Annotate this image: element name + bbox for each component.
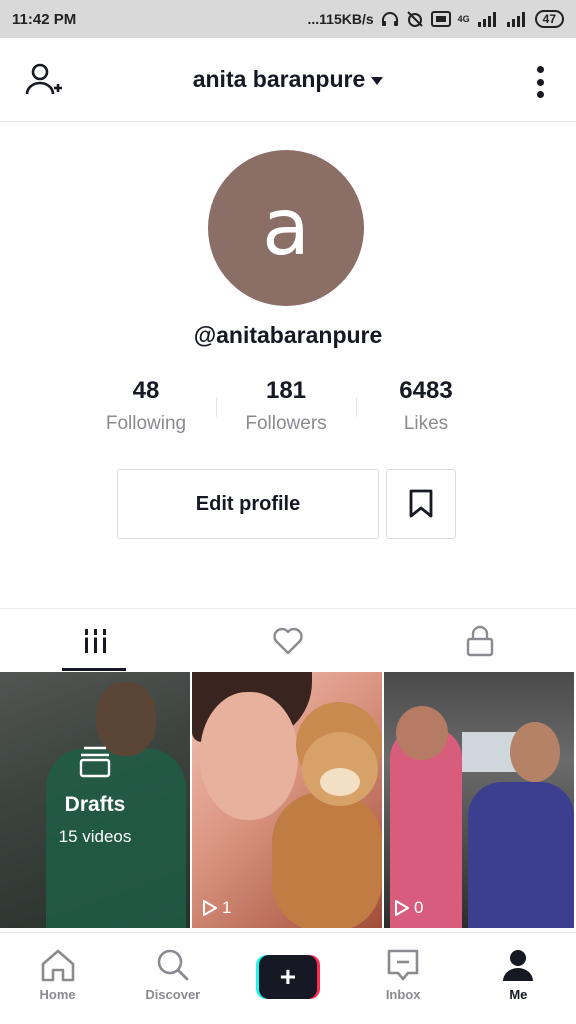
signal-icon-2 [506, 12, 525, 27]
video-tile[interactable]: 0 [384, 672, 574, 928]
tab-videos[interactable] [0, 609, 192, 673]
more-dot [536, 91, 544, 98]
nav-label: Discover [145, 987, 201, 1002]
play-count-value: 0 [414, 898, 424, 917]
stat-value: 6483 [399, 377, 453, 404]
stat-label: Followers [245, 413, 327, 434]
status-icons: ...115KB/s 4G 47 [307, 10, 564, 28]
nav-me[interactable]: Me [461, 933, 576, 1024]
profile-header: anita baranpure [0, 38, 576, 122]
bookmark-icon [409, 489, 433, 518]
account-name: anita baranpure [192, 66, 366, 92]
network-type: 4G [457, 14, 470, 24]
more-options-button[interactable] [532, 62, 548, 102]
thumbnail-figure [510, 722, 560, 782]
nav-label: Inbox [385, 987, 421, 1002]
nav-label: Me [509, 987, 528, 1002]
play-count-value: 1 [222, 898, 232, 917]
nav-create[interactable]: + [230, 933, 345, 1024]
signal-icon-1 [477, 12, 496, 27]
nav-home[interactable]: Home [0, 933, 115, 1024]
create-plus-icon: + [258, 955, 317, 999]
drafts-title: Drafts [64, 793, 126, 816]
nav-discover[interactable]: Discover [115, 933, 230, 1024]
bottom-nav: Home Discover + Inbox Me [0, 932, 576, 1024]
status-time: 11:42 PM [12, 10, 77, 28]
alarm-off-icon [406, 11, 423, 27]
drafts-tile[interactable]: Drafts 15 videos [0, 672, 190, 928]
play-count: 1 [202, 898, 231, 918]
account-switcher[interactable]: anita baranpure [0, 66, 576, 93]
stat-label: Likes [403, 413, 449, 434]
thumbnail-figure [200, 692, 298, 820]
profile-icon [503, 950, 534, 981]
play-count: 0 [394, 898, 423, 918]
edit-profile-button[interactable]: Edit profile [117, 469, 379, 539]
drafts-info: Drafts 15 videos [0, 744, 190, 847]
nav-inbox[interactable]: Inbox [346, 933, 461, 1024]
nav-label: Home [39, 987, 76, 1002]
lock-icon [466, 625, 494, 657]
battery-indicator: 47 [534, 10, 564, 28]
stat-likes[interactable]: 6483 Likes [356, 377, 496, 441]
play-icon [395, 900, 409, 916]
thumbnail-figure [396, 706, 448, 760]
drafts-icon [79, 746, 111, 778]
headphones-icon [381, 12, 398, 26]
teddy-bear-sticker [320, 768, 360, 796]
stat-following[interactable]: 48 Following [76, 377, 216, 441]
home-icon [41, 949, 74, 982]
more-dot [536, 66, 544, 73]
video-tile[interactable]: 1 [192, 672, 382, 928]
create-button[interactable]: + [255, 955, 320, 999]
stat-value: 181 [265, 377, 307, 404]
bookmarks-button[interactable] [386, 469, 456, 539]
search-icon [157, 949, 189, 981]
heart-icon [273, 627, 303, 655]
profile-stats: 48 Following 181 Followers 6483 Likes [76, 377, 496, 441]
thumbnail-figure [468, 782, 574, 928]
video-grid: Drafts 15 videos 1 0 [0, 672, 576, 928]
play-icon [203, 900, 217, 916]
stat-followers[interactable]: 181 Followers [216, 377, 356, 441]
teddy-bear-sticker [272, 792, 382, 928]
more-dot [536, 78, 544, 86]
caret-down-icon [371, 76, 384, 85]
inbox-icon [387, 949, 419, 981]
tab-private[interactable] [384, 609, 576, 673]
profile-tabs [0, 608, 576, 672]
grid-icon [83, 629, 109, 653]
drafts-count: 15 videos [58, 827, 132, 846]
status-bar: 11:42 PM ...115KB/s 4G 47 [0, 0, 576, 38]
username-handle: @anitabaranpure [193, 322, 383, 348]
network-speed: ...115KB/s [307, 11, 374, 27]
volte-icon [430, 11, 451, 27]
avatar[interactable]: a [208, 150, 364, 306]
tab-liked[interactable] [192, 609, 384, 673]
stat-value: 48 [132, 377, 160, 404]
stat-label: Following [105, 413, 187, 434]
